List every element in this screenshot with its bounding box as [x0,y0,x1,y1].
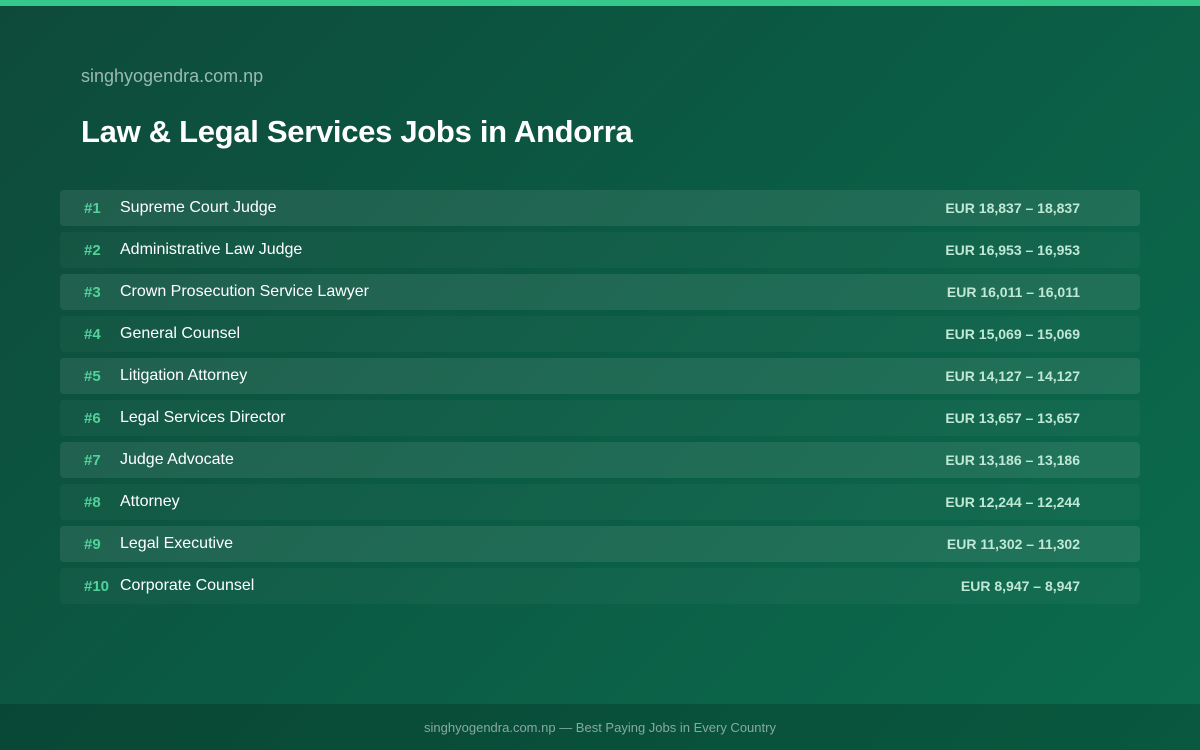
job-row-7: #7 Judge Advocate EUR 13,186 – 13,186 [60,442,1140,478]
job-salary: EUR 8,947 – 8,947 [960,578,1080,594]
page-title: Law & Legal Services Jobs in Andorra [81,114,633,149]
job-salary: EUR 11,302 – 11,302 [946,536,1080,552]
job-salary: EUR 12,244 – 12,244 [945,494,1080,510]
footer: singhyogendra.com.np — Best Paying Jobs … [0,704,1200,750]
job-rank: #10 [84,577,110,595]
job-title: Judge Advocate [120,451,234,468]
job-salary: EUR 13,657 – 13,657 [945,410,1080,426]
job-rank: #7 [84,451,101,469]
job-salary: EUR 13,186 – 13,186 [945,452,1080,468]
job-salary: EUR 16,011 – 16,011 [946,284,1080,300]
job-row-6: #6 Legal Services Director EUR 13,657 – … [60,400,1140,436]
job-rank: #3 [84,283,101,301]
job-row-3: #3 Crown Prosecution Service Lawyer EUR … [60,274,1140,310]
job-rank: #1 [84,199,101,217]
job-title: Litigation Attorney [120,367,248,384]
job-title: Legal Executive [120,535,233,552]
job-title: Crown Prosecution Service Lawyer [120,283,369,300]
job-row-1: #1 Supreme Court Judge EUR 18,837 – 18,8… [60,190,1140,226]
job-rank: #4 [84,325,101,343]
job-row-4: #4 General Counsel EUR 15,069 – 15,069 [60,316,1140,352]
job-salary: EUR 14,127 – 14,127 [945,368,1080,384]
job-row-8: #8 Attorney EUR 12,244 – 12,244 [60,484,1140,520]
job-rank: #8 [84,493,101,511]
job-list: #1 Supreme Court Judge EUR 18,837 – 18,8… [60,190,1140,610]
job-salary: EUR 18,837 – 18,837 [945,200,1080,216]
job-rank: #5 [84,367,101,385]
job-salary: EUR 15,069 – 15,069 [945,326,1080,342]
job-title: Legal Services Director [120,409,286,426]
job-row-9: #9 Legal Executive EUR 11,302 – 11,302 [60,526,1140,562]
job-row-2: #2 Administrative Law Judge EUR 16,953 –… [60,232,1140,268]
site-name: singhyogendra.com.np [81,66,264,86]
job-rank: #9 [84,535,101,553]
job-title: Administrative Law Judge [120,241,303,258]
job-row-5: #5 Litigation Attorney EUR 14,127 – 14,1… [60,358,1140,394]
footer-text: singhyogendra.com.np — Best Paying Jobs … [424,719,776,735]
job-title: Attorney [120,493,180,510]
job-title: General Counsel [120,325,241,342]
job-rank: #2 [84,241,101,259]
job-rank: #6 [84,409,101,427]
top-accent-bar [0,0,1200,6]
job-title: Corporate Counsel [120,577,255,594]
job-row-10: #10 Corporate Counsel EUR 8,947 – 8,947 [60,568,1140,604]
job-title: Supreme Court Judge [120,199,277,216]
job-salary: EUR 16,953 – 16,953 [945,242,1080,258]
